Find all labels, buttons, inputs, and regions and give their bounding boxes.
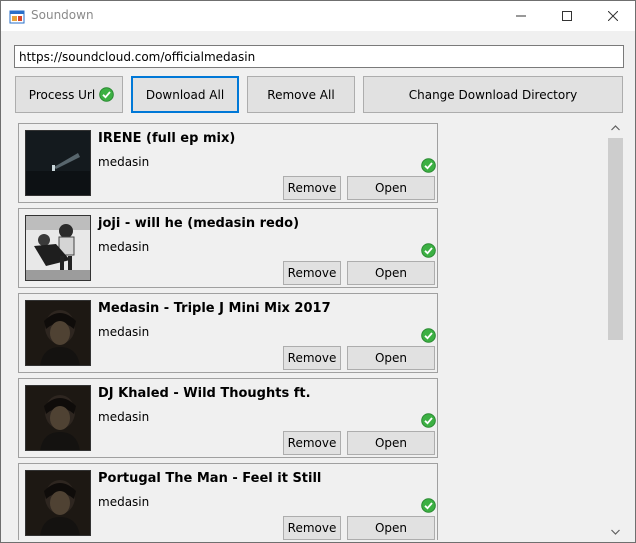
track-item: joji - will he (medasin redo) medasin Re… — [18, 208, 438, 288]
minimize-button[interactable] — [498, 1, 544, 31]
album-art — [25, 300, 91, 366]
app-window: Soundown Process Url Download All Remove… — [0, 0, 636, 543]
scroll-up-arrow-icon[interactable] — [607, 119, 624, 136]
track-artist: medasin — [98, 410, 150, 424]
track-item: IRENE (full ep mix) medasin Remove Open — [18, 123, 438, 203]
track-list[interactable]: IRENE (full ep mix) medasin Remove Open — [14, 119, 607, 540]
green-check-icon — [421, 158, 436, 176]
green-check-icon — [421, 413, 436, 431]
album-art — [25, 215, 91, 281]
open-button[interactable]: Open — [347, 346, 435, 370]
remove-button[interactable]: Remove — [283, 176, 341, 200]
track-title: joji - will he (medasin redo) — [98, 216, 300, 231]
track-artist: medasin — [98, 240, 150, 254]
window-title: Soundown — [31, 8, 94, 22]
track-item: Medasin - Triple J Mini Mix 2017 medasin… — [18, 293, 438, 373]
open-button[interactable]: Open — [347, 261, 435, 285]
track-artist: medasin — [98, 325, 150, 339]
track-item: Portugal The Man - Feel it Still medasin… — [18, 463, 438, 540]
scrollbar-thumb[interactable] — [608, 138, 623, 340]
open-button[interactable]: Open — [347, 176, 435, 200]
track-title: Medasin - Triple J Mini Mix 2017 — [98, 301, 331, 316]
green-check-icon — [421, 498, 436, 516]
track-artist: medasin — [98, 495, 150, 509]
open-button[interactable]: Open — [347, 516, 435, 540]
album-art — [25, 385, 91, 451]
album-art — [25, 130, 91, 196]
green-check-icon — [421, 243, 436, 261]
process-url-button[interactable]: Process Url — [15, 76, 123, 113]
album-art — [25, 470, 91, 536]
remove-button[interactable]: Remove — [283, 346, 341, 370]
track-title: Portugal The Man - Feel it Still — [98, 471, 322, 486]
close-button[interactable] — [590, 1, 636, 31]
green-check-icon — [421, 328, 436, 346]
track-artist: medasin — [98, 155, 150, 169]
remove-all-button[interactable]: Remove All — [247, 76, 355, 113]
scroll-down-arrow-icon[interactable] — [607, 523, 624, 540]
change-directory-button[interactable]: Change Download Directory — [363, 76, 623, 113]
remove-button[interactable]: Remove — [283, 516, 341, 540]
title-bar[interactable]: Soundown — [1, 1, 635, 31]
open-button[interactable]: Open — [347, 431, 435, 455]
remove-button[interactable]: Remove — [283, 431, 341, 455]
track-item: DJ Khaled - Wild Thoughts ft. medasin Re… — [18, 378, 438, 458]
windows-form-icon — [9, 9, 25, 25]
track-title: DJ Khaled - Wild Thoughts ft. — [98, 386, 311, 401]
track-title: IRENE (full ep mix) — [98, 131, 236, 146]
download-all-button[interactable]: Download All — [131, 76, 239, 113]
client-area: Process Url Download All Remove All Chan… — [1, 31, 635, 542]
url-input[interactable] — [14, 45, 624, 68]
vertical-scrollbar[interactable] — [607, 119, 624, 540]
green-check-icon — [99, 87, 114, 105]
maximize-button[interactable] — [544, 1, 590, 31]
remove-button[interactable]: Remove — [283, 261, 341, 285]
process-url-label: Process Url — [28, 87, 96, 102]
